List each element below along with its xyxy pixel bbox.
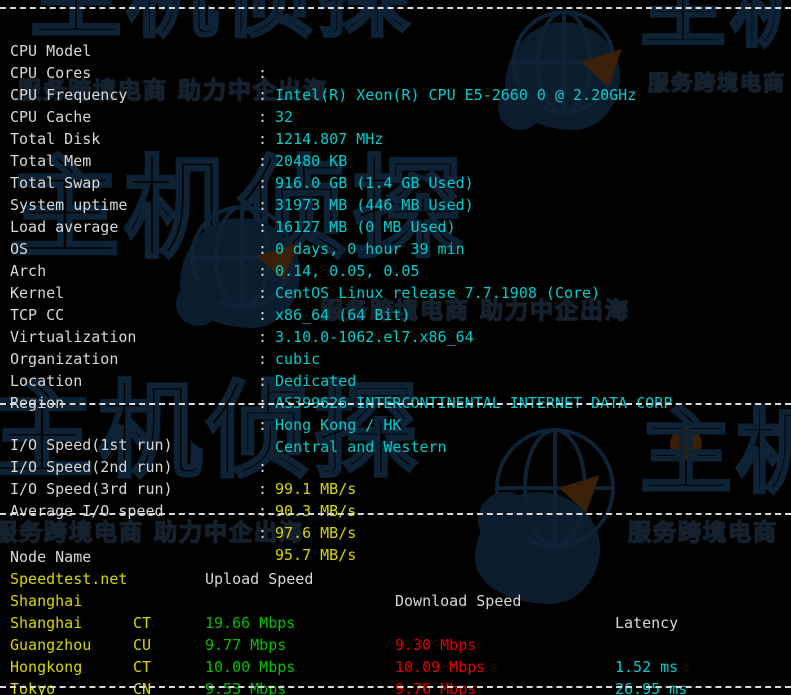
io-row-second-run: I/O Speed(2nd run) : 90.3 MB/s bbox=[0, 434, 791, 456]
info-row-cpu-frequency: CPU Frequency : 1214.807 MHz bbox=[0, 62, 791, 84]
info-row-total-swap: Total Swap : 16127 MB (0 MB Used) bbox=[0, 150, 791, 172]
info-row-organization: Organization : AS399626 INTERCONTINENTAL… bbox=[0, 326, 791, 348]
io-row-average: Average I/O speed : 95.7 MB/s bbox=[0, 478, 791, 500]
info-row-location: Location : Hong Kong / HK bbox=[0, 348, 791, 370]
speedtest-row: Tokyo JP 19.77 Mbps 10.18 Mbps 54.64 ms bbox=[0, 656, 791, 678]
info-row-region: Region : Central and Western bbox=[0, 370, 791, 392]
speedtest-block: Node Name Upload Speed Download Speed La… bbox=[0, 524, 791, 678]
info-row-kernel: Kernel : 3.10.0-1062.el7.x86_64 bbox=[0, 260, 791, 282]
io-label: Average I/O speed bbox=[10, 500, 164, 522]
separator-after-system-info bbox=[0, 403, 791, 405]
info-row-cpu-cores: CPU Cores : 32 bbox=[0, 40, 791, 62]
info-row-system-uptime: System uptime : 0 days, 0 hour 39 min bbox=[0, 172, 791, 194]
io-test-block: I/O Speed(1st run) : 99.1 MB/s I/O Speed… bbox=[0, 412, 791, 500]
info-row-load-average: Load average : 0.14, 0.05, 0.05 bbox=[0, 194, 791, 216]
speedtest-row: Shanghai CT 9.77 Mbps 10.09 Mbps 26.95 m… bbox=[0, 568, 791, 590]
separator-after-io-test bbox=[0, 513, 791, 515]
info-row-total-disk: Total Disk : 916.0 GB (1.4 GB Used) bbox=[0, 106, 791, 128]
info-row-tcp-cc: TCP CC : cubic bbox=[0, 282, 791, 304]
system-info-block: CPU Model : Intel(R) Xeon(R) CPU E5-2660… bbox=[0, 18, 791, 392]
io-row-third-run: I/O Speed(3rd run) : 97.6 MB/s bbox=[0, 456, 791, 478]
io-colon: : bbox=[258, 500, 267, 522]
speedtest-row: Speedtest.net 19.66 Mbps 9.30 Mbps 1.52 … bbox=[0, 546, 791, 568]
terminal-screen: 主机侦探 服务跨境电商 助力中企出海 主机 服务跨境电商 主机侦探 服务跨境电商… bbox=[0, 0, 791, 695]
speedtest-row: Guangzhou CT 9.53 Mbps 10.00 Mbps 8.94 m… bbox=[0, 612, 791, 634]
info-row-total-mem: Total Mem : 31973 MB (446 MB Used) bbox=[0, 128, 791, 150]
io-value: 90.3 MB/s bbox=[275, 500, 356, 522]
separator-bottom bbox=[0, 686, 791, 688]
info-row-cpu-model: CPU Model : Intel(R) Xeon(R) CPU E5-2660… bbox=[0, 18, 791, 40]
speedtest-row: Shanghai CU 10.00 Mbps 9.76 Mbps 32.78 m… bbox=[0, 590, 791, 612]
separator-top bbox=[0, 7, 791, 9]
info-row-os: OS : CentOS Linux release 7.7.1908 (Core… bbox=[0, 216, 791, 238]
info-row-arch: Arch : x86_64 (64 Bit) bbox=[0, 238, 791, 260]
watermark-brand-topright: 主机 bbox=[640, 0, 791, 20]
speedtest-header-row: Node Name Upload Speed Download Speed La… bbox=[0, 524, 791, 546]
info-row-virtualization: Virtualization : Dedicated bbox=[0, 304, 791, 326]
io-row-first-run: I/O Speed(1st run) : 99.1 MB/s bbox=[0, 412, 791, 434]
info-row-cpu-cache: CPU Cache : 20480 KB bbox=[0, 84, 791, 106]
speedtest-row: Hongkong CN 19.48 Mbps 9.71 Mbps 3.30 ms bbox=[0, 634, 791, 656]
